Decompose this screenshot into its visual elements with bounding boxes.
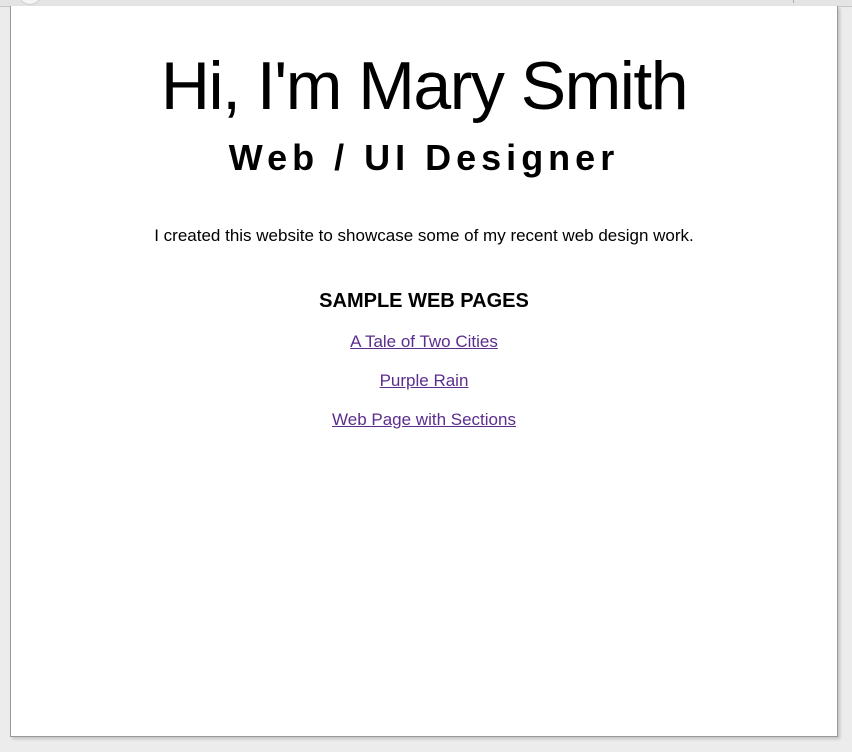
page-subtitle: Web / UI Designer [228,137,620,178]
link-a-tale-of-two-cities[interactable]: A Tale of Two Cities [350,332,498,351]
list-item: Web Page with Sections [11,409,837,448]
page-viewport: Hi, I'm Mary Smith Web / UI Designer I c… [10,6,838,737]
list-item: Purple Rain [11,370,837,409]
list-item: A Tale of Two Cities [11,331,837,370]
link-purple-rain[interactable]: Purple Rain [380,371,469,390]
link-web-page-with-sections[interactable]: Web Page with Sections [332,410,516,429]
sample-pages-list: A Tale of Two Cities Purple Rain Web Pag… [11,331,837,448]
browser-divider [793,0,800,3]
section-heading-sample-pages: SAMPLE WEB PAGES [319,290,529,312]
intro-text: I created this website to showcase some … [154,226,694,245]
browser-button-edge [18,0,42,5]
page-title: Hi, I'm Mary Smith [160,48,689,124]
